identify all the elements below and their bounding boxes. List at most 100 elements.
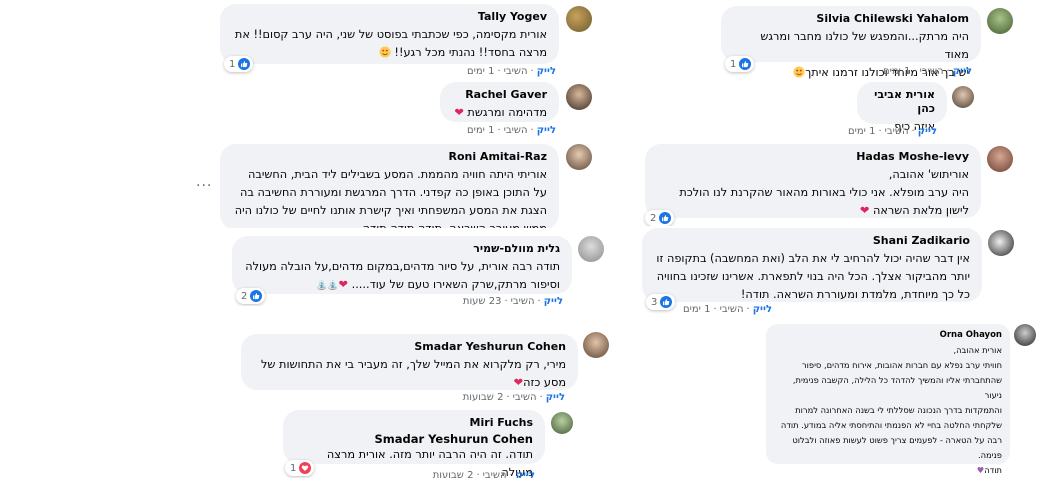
- avatar[interactable]: [566, 144, 592, 170]
- avatar[interactable]: [566, 6, 592, 32]
- reply-link[interactable]: השיבי: [504, 66, 528, 77]
- reply-link[interactable]: השיבי: [511, 296, 535, 306]
- avatar[interactable]: [566, 84, 592, 110]
- timestamp[interactable]: 2 שבועות: [433, 470, 474, 478]
- panel-tally-rachel-roni: Tally Yogev אורית מקסימה, כפי שכתבתי בפו…: [190, 0, 610, 230]
- reaction-count[interactable]: 2: [645, 210, 675, 226]
- like-reaction-icon: [238, 58, 251, 70]
- comment-author[interactable]: Rachel Gaver: [452, 88, 547, 102]
- comment-bubble: גלית מוולם-שמיר תודה רבה אורית, על סיור …: [232, 236, 572, 294]
- reaction-count[interactable]: 3: [646, 294, 676, 310]
- comment-actions: לייק·השיבי·1 ימים: [683, 304, 772, 315]
- comment-actions: לייק·השיבי·2 שבועות: [433, 470, 535, 478]
- separator: ·: [506, 392, 510, 403]
- comment-bubble: Orna Ohayon אורית אהובה, חוויתי ערב נפלא…: [766, 324, 1010, 475]
- like-link[interactable]: לייק: [537, 125, 556, 136]
- comment-text-body: אורית מקסימה, כפי שכתבתי בפוסט של שני, ה…: [234, 28, 547, 59]
- comment-text: אורית אהובה, חוויתי ערב נפלא עם חברות אה…: [774, 343, 1002, 478]
- comment-text-body: תודה רבה אורית, על סיור מדהים,במקום מדהי…: [245, 260, 560, 291]
- reply-link[interactable]: השיבי: [513, 392, 537, 403]
- comment-text: אין דבר שהיה יכול להרחיב לי את הלב (ואת …: [656, 252, 970, 301]
- reaction-number: 1: [229, 58, 236, 70]
- comment-bubble: Roni Amitai-Raz אוריתי היתה חוויה מהממת.…: [220, 144, 559, 230]
- like-link[interactable]: לייק: [753, 304, 772, 315]
- comment-text: אורית מקסימה, כפי שכתבתי בפוסט של שני, ה…: [232, 26, 547, 62]
- comment-bubble: Shani Zadikario אין דבר שהיה יכול להרחיב…: [642, 228, 982, 302]
- reply-link[interactable]: השיבי: [720, 304, 744, 315]
- reply-link[interactable]: השיבי: [885, 126, 909, 137]
- comment-author[interactable]: Silvia Chilewski Yahalom: [733, 12, 969, 26]
- comment-actions: לייק·השיבי·1 ימים: [467, 66, 556, 77]
- separator: ·: [539, 392, 543, 403]
- comment-bubble: Tally Yogev אורית מקסימה, כפי שכתבתי בפו…: [220, 4, 559, 64]
- like-link[interactable]: לייק: [546, 392, 565, 403]
- timestamp[interactable]: 2 שבועות: [463, 392, 504, 403]
- avatar[interactable]: [1014, 324, 1036, 346]
- comment-author[interactable]: אורית אביבי כהן: [869, 88, 935, 116]
- like-link[interactable]: לייק: [516, 470, 535, 478]
- avatar[interactable]: [551, 412, 573, 434]
- like-link[interactable]: לייק: [544, 296, 563, 306]
- separator: ·: [713, 304, 717, 315]
- like-link[interactable]: לייק: [537, 66, 556, 77]
- panel-smadar-miri: Smadar Yeshurun Cohen מירי, רק מלקרוא את…: [215, 322, 615, 478]
- timestamp[interactable]: 23 שעות: [463, 296, 502, 306]
- comment-author[interactable]: Roni Amitai-Raz: [232, 150, 547, 164]
- avatar[interactable]: [988, 230, 1014, 256]
- separator: ·: [504, 296, 508, 306]
- mention-tag[interactable]: Smadar Yeshurun Cohen: [295, 432, 533, 446]
- comment-bubble: אורית אביבי כהן איזה כיף: [857, 82, 947, 133]
- like-link[interactable]: לייק: [918, 126, 937, 137]
- like-reaction-icon: [659, 212, 672, 224]
- reaction-number: 3: [651, 296, 658, 308]
- timestamp[interactable]: 1 ימים: [848, 126, 875, 137]
- comment-text-body: אוריתוש' אהובה, היה ערב מופלא. אני כולי …: [679, 168, 969, 217]
- comment-actions: לייק·השיבי·1 ימים: [467, 125, 556, 136]
- timestamp[interactable]: 1 ימים: [883, 66, 910, 77]
- panel-orna: Orna Ohayon אורית אהובה, חוויתי ערב נפלא…: [764, 320, 1042, 478]
- like-link[interactable]: לייק: [953, 66, 972, 77]
- separator: ·: [911, 126, 915, 137]
- separator: ·: [530, 125, 534, 136]
- reply-link[interactable]: השיבי: [504, 125, 528, 136]
- separator: ·: [946, 66, 950, 77]
- comment-bubble: Miri Fuchs Smadar Yeshurun Cohen תודה. ז…: [283, 410, 545, 478]
- reaction-count[interactable]: 2: [236, 288, 266, 304]
- reaction-count[interactable]: 1: [725, 56, 755, 72]
- avatar[interactable]: [578, 236, 604, 262]
- separator: ·: [497, 125, 501, 136]
- reply-link[interactable]: השיבי: [920, 66, 944, 77]
- timestamp[interactable]: 1 ימים: [467, 125, 494, 136]
- separator: ·: [913, 66, 917, 77]
- comment-bubble: Smadar Yeshurun Cohen מירי, רק מלקרוא את…: [241, 334, 578, 390]
- comment-author[interactable]: Tally Yogev: [232, 10, 547, 24]
- reaction-count[interactable]: 1: [224, 56, 254, 72]
- timestamp[interactable]: 1 ימים: [467, 66, 494, 77]
- comment-actions: לייק·השיבי·1 ימים: [883, 66, 972, 77]
- like-reaction-icon: [739, 58, 752, 70]
- comment-author[interactable]: Smadar Yeshurun Cohen: [253, 340, 566, 354]
- comment-text-body: אורית אהובה, חוויתי ערב נפלא עם חברות אה…: [780, 345, 1002, 475]
- avatar[interactable]: [952, 86, 974, 108]
- comment-bubble: Rachel Gaver מדהימה ומרגשת ❤: [440, 82, 559, 122]
- like-reaction-icon: [250, 290, 263, 302]
- avatar[interactable]: [583, 332, 609, 358]
- panel-galit: גלית מוולם-שמיר תודה רבה אורית, על סיור …: [220, 228, 615, 306]
- more-options-icon[interactable]: ···: [196, 178, 212, 194]
- comment-text: מירי, רק מלקרוא את המייל שלך, זה מעביר ב…: [253, 356, 566, 392]
- timestamp[interactable]: 1 ימים: [683, 304, 710, 315]
- comment-author[interactable]: Shani Zadikario: [654, 234, 970, 248]
- reply-link[interactable]: השיבי: [483, 470, 507, 478]
- comment-text: אוריתוש' אהובה, היה ערב מופלא. אני כולי …: [657, 166, 969, 220]
- comment-author[interactable]: Orna Ohayon: [774, 330, 1002, 341]
- reaction-count[interactable]: 1: [285, 460, 315, 476]
- comment-author[interactable]: גלית מוולם-שמיר: [244, 242, 560, 256]
- heart-icon: ❤: [859, 204, 870, 217]
- separator: ·: [530, 66, 534, 77]
- avatar[interactable]: [987, 8, 1013, 34]
- avatar[interactable]: [987, 146, 1013, 172]
- comment-author[interactable]: Miri Fuchs: [295, 416, 533, 430]
- comment-text: אוריתי היתה חוויה מהממת. המסע בשבילים לי…: [234, 168, 547, 230]
- comment-author[interactable]: Hadas Moshe-levy: [657, 150, 969, 164]
- panel-shani: Shani Zadikario אין דבר שהיה יכול להרחיב…: [620, 226, 1042, 318]
